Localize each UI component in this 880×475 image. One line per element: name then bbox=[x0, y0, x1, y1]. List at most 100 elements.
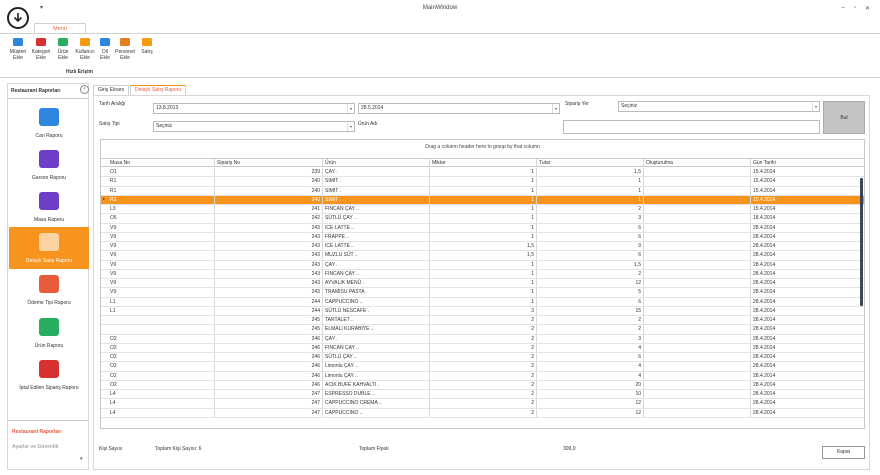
table-cell bbox=[644, 334, 751, 343]
table-cell bbox=[644, 316, 751, 325]
date-end-picker[interactable]: 28.5.2014 ▾ bbox=[358, 103, 560, 114]
ribbon-button-3[interactable]: Kullanıcı Ekle bbox=[75, 36, 95, 61]
table-row[interactable]: V9 243 ÇAY . 1 1,5 28.4.2014 bbox=[101, 260, 864, 270]
table-cell: 2 bbox=[537, 269, 644, 278]
table-cell: 5 bbox=[537, 288, 644, 297]
table-row[interactable]: O2 246 ACIK BUFE KAHVALTI . 2 20 28.4.2014 bbox=[101, 380, 864, 390]
sidebar-expand-icon[interactable]: ▾ bbox=[80, 456, 83, 462]
ribbon-button-5[interactable]: Personel Ekle bbox=[115, 36, 135, 61]
column-header-5[interactable]: Oluşturulma bbox=[644, 159, 751, 166]
chevron-down-icon[interactable]: ▾ bbox=[347, 104, 354, 113]
table-row[interactable]: R1 240 SIMIT . 1 1 15.4.2014 bbox=[101, 177, 864, 187]
order-place-select[interactable]: Seçiniz ▾ bbox=[618, 101, 820, 112]
table-row[interactable]: L4 247 CAPPUCCINO CREMA .. 2 12 28.4.2014 bbox=[101, 399, 864, 409]
product-name-input[interactable] bbox=[563, 120, 820, 134]
ribbon-button-0[interactable]: Müşteri Ekle bbox=[8, 36, 28, 61]
maximize-button[interactable]: ▫ bbox=[854, 5, 856, 12]
sidebar-group-settings[interactable]: Ayarlar ve Güvenlik bbox=[12, 444, 59, 450]
table-row[interactable]: V9 243 MUZLU SÜT .. 1,5 6 28.4.2014 bbox=[101, 251, 864, 261]
table-row[interactable]: O2 246 FINCAN ÇAY .. 2 4 28.4.2014 bbox=[101, 343, 864, 353]
table-cell: 243 bbox=[215, 232, 323, 241]
ribbon-button-2[interactable]: Ürün Ekle bbox=[53, 36, 73, 61]
chevron-down-icon[interactable]: ▾ bbox=[552, 104, 559, 113]
close-button[interactable]: Kapat bbox=[822, 446, 865, 459]
sidebar-item-2[interactable]: Masa Raporu bbox=[9, 186, 89, 228]
table-cell: ÇAY . bbox=[323, 334, 430, 343]
table-cell: 244 bbox=[215, 306, 323, 315]
date-start-picker[interactable]: 13.8.2013 ▾ bbox=[153, 103, 355, 114]
table-row[interactable]: V9 243 FINCAN ÇAY .. 1 2 28.4.2014 bbox=[101, 269, 864, 279]
group-panel-hint[interactable]: Drag a column header here to group by th… bbox=[101, 144, 864, 150]
table-row[interactable]: ▸ R1 240 SIMIT . 1 1 15.4.2014 bbox=[101, 195, 864, 205]
search-button[interactable]: Bul bbox=[823, 101, 865, 134]
table-row[interactable]: L4 247 CAPPUCCINO .. 2 12 28.4.2014 bbox=[101, 408, 864, 418]
table-cell bbox=[108, 316, 215, 325]
column-header-4[interactable]: Tutar bbox=[537, 159, 644, 166]
table-row[interactable]: 245 TARTALET .. 2 2 28.4.2014 bbox=[101, 316, 864, 326]
table-cell: 246 bbox=[215, 371, 323, 380]
collapse-back-icon[interactable]: ‹ bbox=[80, 85, 89, 94]
column-header-1[interactable]: Sipariş No bbox=[215, 159, 323, 166]
table-cell: R1 bbox=[108, 186, 215, 195]
table-cell: 1 bbox=[430, 279, 537, 288]
sidebar-item-0[interactable]: Cari Raporu bbox=[9, 102, 89, 144]
ribbon-button-1[interactable]: Kategori Ekle bbox=[31, 36, 51, 61]
table-row[interactable]: V9 243 FRAPPE .. 1 6 28.4.2014 bbox=[101, 232, 864, 242]
table-row[interactable]: L1 244 SÜTLÜ NESCAFE . 3 15 28.4.2014 bbox=[101, 306, 864, 316]
table-row[interactable]: O2 246 SÜTLÜ ÇAY .. 2 6 28.4.2014 bbox=[101, 353, 864, 363]
table-row[interactable]: O2 246 ÇAY . 2 3 28.4.2014 bbox=[101, 334, 864, 344]
guest-count-label: Kişi Sayısı bbox=[99, 446, 123, 452]
chevron-down-icon[interactable]: ▾ bbox=[812, 102, 819, 111]
table-cell: 1 bbox=[430, 232, 537, 241]
column-header-0[interactable]: Masa No bbox=[108, 159, 215, 166]
sidebar-item-5[interactable]: Ürün Raporu bbox=[9, 312, 89, 354]
minimize-button[interactable]: – bbox=[841, 5, 844, 12]
table-cell: 1 bbox=[537, 177, 644, 186]
table-cell: 28.4.2014 bbox=[751, 307, 864, 315]
column-header-2[interactable]: Ürün bbox=[323, 159, 430, 166]
table-row[interactable]: O2 246 Limonlu ÇAY .. 2 4 28.4.2014 bbox=[101, 371, 864, 381]
table-cell: TARTALET .. bbox=[323, 316, 430, 325]
ribbon-button-6[interactable]: Satış bbox=[137, 36, 157, 56]
column-header-6[interactable]: Gün Tarihi bbox=[751, 159, 864, 166]
column-header-3[interactable]: Miktar bbox=[430, 159, 537, 166]
sales-type-select[interactable]: Seçiniz ▾ bbox=[153, 121, 355, 132]
table-row[interactable]: L4 247 ESPRESSO DUBLE .. 2 10 28.4.2014 bbox=[101, 390, 864, 400]
total-price-value: 309,0 bbox=[563, 446, 576, 452]
table-cell: 1 bbox=[430, 177, 537, 186]
table-cell: 15.4.2014 bbox=[751, 205, 864, 213]
sidebar-item-4[interactable]: Ödeme Tipi Raporu bbox=[9, 269, 89, 311]
table-cell: 243 bbox=[215, 279, 323, 288]
table-cell: 1 bbox=[430, 288, 537, 297]
order-place-label: Sipariş Yer bbox=[565, 101, 589, 107]
table-cell: O2 bbox=[108, 343, 215, 352]
table-row[interactable]: O1 239 ÇAY . 1 1,5 15.4.2014 bbox=[101, 168, 864, 178]
table-row[interactable]: 245 ELMALI KURABIYE .. 2 2 28.4.2014 bbox=[101, 325, 864, 335]
table-row[interactable]: O5 242 SÜTLÜ ÇAY .. 1 3 18.4.2014 bbox=[101, 214, 864, 224]
table-cell: 28.4.2014 bbox=[751, 224, 864, 232]
sidebar-item-6[interactable]: İptal Edilen Sipariş Raporu bbox=[9, 354, 89, 396]
table-cell: 2 bbox=[537, 316, 644, 325]
table-cell bbox=[644, 232, 751, 241]
sidebar-group-restaurant-reports[interactable]: Restaurant Raporları bbox=[12, 429, 61, 435]
table-cell: 246 bbox=[215, 353, 323, 362]
table-row[interactable]: V9 243 ICE LATTE .. 1 6 28.4.2014 bbox=[101, 223, 864, 233]
chevron-down-icon[interactable]: ▾ bbox=[347, 122, 354, 131]
table-cell: 28.4.2014 bbox=[751, 270, 864, 278]
table-row[interactable]: V9 243 ICE LATTE .. 1,5 9 28.4.2014 bbox=[101, 242, 864, 252]
sidebar-item-1[interactable]: Garson Raporu bbox=[9, 144, 89, 186]
table-row[interactable]: L3 241 FINCAN ÇAY .. 1 2 15.4.2014 bbox=[101, 205, 864, 215]
table-row[interactable]: R1 240 SIMIT . 1 1 15.4.2014 bbox=[101, 186, 864, 196]
table-cell: 4 bbox=[537, 362, 644, 371]
table-row[interactable]: V9 243 TRAMISU PASTA . 1 5 28.4.2014 bbox=[101, 288, 864, 298]
table-row[interactable]: V9 243 AYVALIK MENÜ . 1 12 28.4.2014 bbox=[101, 279, 864, 289]
table-row[interactable]: L1 244 CAPPUCCINO .. 1 6 28.4.2014 bbox=[101, 297, 864, 307]
close-window-button[interactable]: ✕ bbox=[865, 5, 870, 12]
grid-scrollbar[interactable] bbox=[860, 178, 863, 306]
sidebar-item-3[interactable]: Detaylı Satış Raporu bbox=[9, 227, 89, 269]
tab-home[interactable]: Giriş Ekranı bbox=[93, 85, 130, 95]
ribbon-button-4[interactable]: Dil Ekle bbox=[95, 36, 115, 61]
tab-detailed-sales-report[interactable]: Detaylı Satış Raporu bbox=[130, 85, 187, 95]
language-add-icon bbox=[100, 38, 110, 46]
table-row[interactable]: O2 246 Limonlu ÇAY .. 2 4 28.4.2014 bbox=[101, 362, 864, 372]
